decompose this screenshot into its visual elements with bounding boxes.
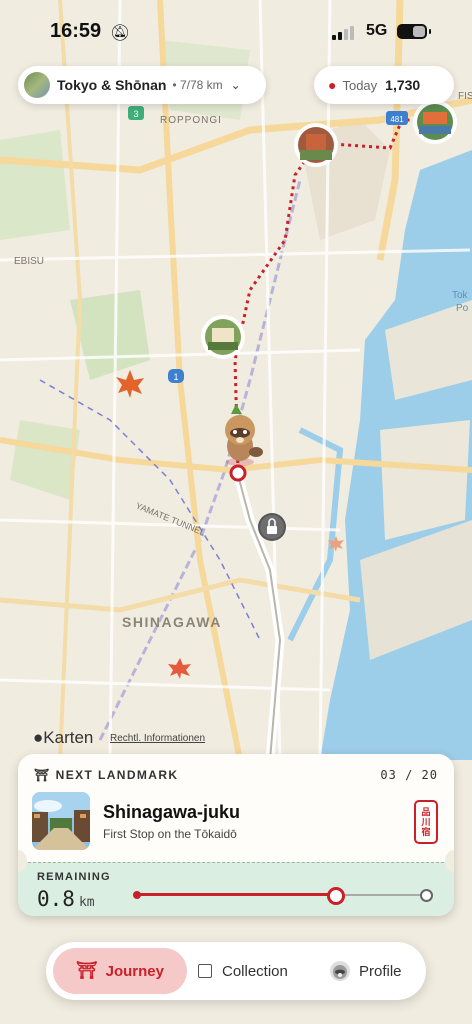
progress-track: [133, 887, 433, 905]
next-landmark-header: ⛩ NEXT LANDMARK: [34, 768, 179, 782]
route-thumbnail: [24, 72, 50, 98]
road-shield-3: 3: [128, 106, 144, 120]
remaining-label: REMAINING: [37, 871, 111, 883]
route-distance: • 7/78 km: [172, 78, 223, 92]
chevron-down-icon: ⌄: [230, 78, 241, 92]
tanuki-profile-icon: [330, 961, 350, 981]
tab-profile[interactable]: Profile: [330, 948, 402, 994]
landmark-marker-visited[interactable]: [413, 100, 457, 144]
landmark-count: 03 / 20: [380, 768, 438, 782]
road-shield-481: 481: [386, 111, 408, 125]
progress-fill: [136, 893, 335, 896]
locked-landmark-icon[interactable]: [258, 513, 286, 541]
hanko-stamp-icon: 品 川 宿: [414, 800, 438, 844]
network-type: 5G: [366, 22, 388, 39]
svg-text:1: 1: [173, 372, 178, 382]
map-label-roppongi: ROPPONGI: [160, 115, 222, 126]
silent-bell-icon: 🔕︎: [110, 25, 131, 42]
status-bar: 16:59 🔕︎ 5G: [0, 0, 472, 60]
map-label-tok: Tok: [452, 290, 469, 301]
landmark-marker-visited[interactable]: [201, 315, 245, 359]
remaining-distance: 0.8 km: [37, 887, 95, 911]
torii-icon: ⛩: [76, 961, 98, 980]
legal-info-link[interactable]: Rechtl. Informationen: [110, 733, 205, 744]
progress-start-dot: [133, 891, 141, 899]
map-label-po: Po: [456, 303, 469, 314]
status-time: 16:59: [50, 20, 102, 42]
route-selector-button[interactable]: Tokyo & Shōnan • 7/78 km ⌄: [18, 66, 266, 104]
landmark-name: Shinagawa-juku: [103, 802, 241, 822]
route-name: Tokyo & Shōnan: [57, 77, 167, 93]
map-label-ebisu: EBISU: [14, 256, 44, 267]
svg-text:3: 3: [133, 109, 138, 119]
map-label-fis: FIS: [458, 91, 472, 102]
landmark-subtitle: First Stop on the Tōkaidō: [103, 827, 237, 841]
progress-end-dot: [420, 889, 433, 902]
apple-logo-icon: ●: [33, 728, 44, 747]
next-landmark-card[interactable]: ⛩ NEXT LANDMARK 03 / 20 Shinagawa-juku Fi…: [18, 754, 454, 916]
steps-label: Today: [342, 77, 378, 93]
steps-counter[interactable]: ● Today 1,730: [314, 66, 454, 104]
maps-attribution: ●Karten: [33, 728, 94, 747]
cellular-signal-icon: [332, 26, 354, 40]
progress-current-marker: [326, 887, 345, 905]
battery-icon: [397, 24, 431, 39]
landmark-marker-visited[interactable]: [294, 123, 338, 167]
torii-icon: ⛩: [34, 768, 51, 782]
remaining-section: REMAINING 0.8 km: [18, 862, 454, 916]
steps-value: 1,730: [385, 77, 421, 93]
tab-collection[interactable]: Collection: [198, 948, 288, 994]
footprints-icon: ●: [328, 77, 337, 93]
collection-icon: [198, 964, 212, 978]
tab-bar: ⛩ Journey Collection Profile: [46, 942, 426, 1000]
road-shield-1: 1: [168, 369, 184, 383]
map-label-shinagawa: SHINAGAWA: [122, 614, 222, 630]
svg-text:481: 481: [390, 115, 404, 124]
tab-journey[interactable]: ⛩ Journey: [53, 948, 187, 994]
landmark-image: [32, 792, 90, 850]
